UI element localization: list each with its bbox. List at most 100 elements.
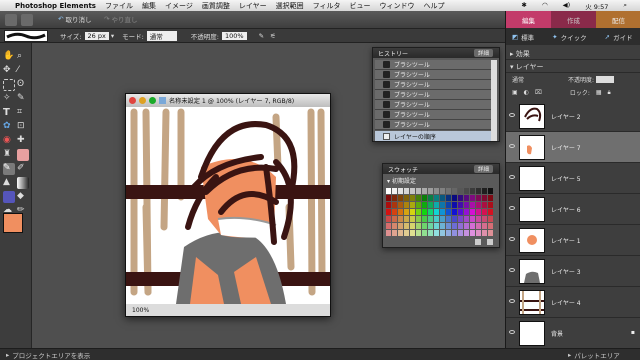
close-window-icon[interactable] bbox=[129, 97, 136, 104]
history-item[interactable]: ブラシツール bbox=[375, 70, 491, 80]
trash-icon[interactable] bbox=[487, 239, 493, 245]
swatch[interactable] bbox=[452, 223, 457, 229]
clone-stamp-icon[interactable]: ♜ bbox=[3, 149, 15, 161]
swatch[interactable] bbox=[434, 223, 439, 229]
wifi-icon[interactable]: ◠ bbox=[542, 1, 548, 11]
swatch[interactable] bbox=[440, 216, 445, 222]
swatch[interactable] bbox=[416, 195, 421, 201]
visibility-icon[interactable] bbox=[509, 299, 515, 303]
swatch[interactable] bbox=[398, 202, 403, 208]
zoom-window-icon[interactable] bbox=[149, 97, 156, 104]
layer-row[interactable]: レイヤー 2 bbox=[506, 101, 640, 132]
airbrush-icon[interactable]: ✎ bbox=[259, 32, 264, 40]
smart-brush-icon[interactable]: ✐ bbox=[17, 163, 29, 175]
history-scrollbar[interactable] bbox=[491, 60, 497, 141]
swatch[interactable] bbox=[416, 230, 421, 236]
swatch[interactable] bbox=[482, 209, 487, 215]
blend-mode-select[interactable]: 通常 bbox=[512, 75, 524, 84]
layer-name[interactable]: レイヤー 2 bbox=[551, 112, 581, 121]
swatch[interactable] bbox=[422, 230, 427, 236]
swatch[interactable] bbox=[386, 230, 391, 236]
history-item-selected[interactable]: レイヤーの順序 bbox=[375, 131, 491, 141]
minimize-window-icon[interactable] bbox=[139, 97, 146, 104]
healing-brush-icon[interactable]: ✚ bbox=[17, 135, 29, 147]
swatch[interactable] bbox=[434, 216, 439, 222]
history-item[interactable]: ブラシツール bbox=[375, 120, 491, 130]
swatch[interactable] bbox=[422, 195, 427, 201]
swatch[interactable] bbox=[488, 230, 493, 236]
marquee-tool-icon[interactable] bbox=[3, 79, 15, 91]
swatch[interactable] bbox=[416, 209, 421, 215]
visibility-icon[interactable] bbox=[509, 268, 515, 272]
swatch[interactable] bbox=[410, 209, 415, 215]
menu-enhance[interactable]: 画質調整 bbox=[202, 1, 230, 11]
layer-row[interactable]: レイヤー 6 bbox=[506, 194, 640, 225]
menu-layer[interactable]: レイヤー bbox=[239, 1, 267, 11]
clock[interactable]: 火 9:57 bbox=[585, 1, 608, 11]
swatch[interactable] bbox=[398, 223, 403, 229]
swatch[interactable] bbox=[458, 216, 463, 222]
swatch-grid[interactable] bbox=[386, 188, 493, 238]
app-menu[interactable]: Photoshop Elements bbox=[15, 2, 96, 10]
swatch[interactable] bbox=[416, 202, 421, 208]
swatch[interactable] bbox=[392, 188, 397, 194]
swatch[interactable] bbox=[488, 223, 493, 229]
menu-file[interactable]: ファイル bbox=[105, 1, 133, 11]
undo-button[interactable]: ↶ 取り消し bbox=[58, 14, 91, 24]
menu-filter[interactable]: フィルタ bbox=[313, 1, 341, 11]
swatch[interactable] bbox=[398, 195, 403, 201]
swatch[interactable] bbox=[458, 230, 463, 236]
swatch[interactable] bbox=[416, 216, 421, 222]
swatch[interactable] bbox=[386, 195, 391, 201]
layers-section-header[interactable]: ▾ レイヤー bbox=[506, 62, 640, 73]
swatch[interactable] bbox=[482, 223, 487, 229]
swatch[interactable] bbox=[398, 230, 403, 236]
swatch[interactable] bbox=[458, 188, 463, 194]
document-title-bar[interactable]: 名称未設定 1 @ 100% (レイヤー 7, RGB/8) bbox=[126, 94, 330, 107]
tab-share[interactable]: 配信 bbox=[596, 11, 640, 28]
swatch[interactable] bbox=[476, 202, 481, 208]
swatch[interactable] bbox=[428, 216, 433, 222]
swatch[interactable] bbox=[470, 216, 475, 222]
magic-wand-icon[interactable]: ✧ bbox=[3, 93, 15, 105]
visibility-icon[interactable] bbox=[509, 113, 515, 117]
swatch[interactable] bbox=[470, 188, 475, 194]
swatch[interactable] bbox=[398, 188, 403, 194]
swatch[interactable] bbox=[476, 216, 481, 222]
open-icon[interactable] bbox=[21, 14, 33, 26]
history-item[interactable]: ブラシツール bbox=[375, 90, 491, 100]
layer-row[interactable]: レイヤー 3 bbox=[506, 256, 640, 287]
swatch[interactable] bbox=[410, 223, 415, 229]
lock-transparency-icon[interactable]: ▦ bbox=[596, 89, 602, 96]
history-item[interactable]: ブラシツール bbox=[375, 60, 491, 70]
swatches-more-button[interactable]: 詳細 bbox=[473, 165, 493, 173]
crop-tool-icon[interactable]: ⌗ bbox=[17, 107, 29, 119]
swatch[interactable] bbox=[386, 209, 391, 215]
brush-settings-icon[interactable]: ⚟ bbox=[270, 32, 276, 40]
brush-preview[interactable] bbox=[4, 29, 48, 42]
straighten-tool-icon[interactable]: ⊡ bbox=[17, 121, 29, 133]
size-field[interactable]: 26 px bbox=[84, 31, 109, 40]
swatch[interactable] bbox=[410, 195, 415, 201]
chevron-down-icon[interactable]: ▾ bbox=[111, 32, 114, 40]
swatch[interactable] bbox=[488, 216, 493, 222]
swatch[interactable] bbox=[464, 230, 469, 236]
layer-row[interactable]: レイヤー 5 bbox=[506, 163, 640, 194]
layer-row-selected[interactable]: レイヤー 7 bbox=[506, 132, 640, 163]
hand-tool-icon[interactable]: ✋ bbox=[3, 51, 15, 63]
swatch[interactable] bbox=[404, 216, 409, 222]
redo-button[interactable]: ↷ やり直し bbox=[104, 14, 137, 24]
history-more-button[interactable]: 詳細 bbox=[473, 49, 493, 57]
shape-tool-icon[interactable] bbox=[3, 191, 15, 203]
bluetooth-icon[interactable]: ✱ bbox=[522, 1, 527, 11]
swatch[interactable] bbox=[434, 202, 439, 208]
swatches-header[interactable]: スウォッチ 詳細 bbox=[383, 164, 499, 174]
visibility-icon[interactable] bbox=[509, 144, 515, 148]
swatch[interactable] bbox=[440, 223, 445, 229]
swatch[interactable] bbox=[440, 230, 445, 236]
layer-row[interactable]: 背景 ▪ bbox=[506, 318, 640, 349]
swatch[interactable] bbox=[488, 195, 493, 201]
volume-icon[interactable]: ◀) bbox=[563, 1, 571, 11]
lasso-tool-icon[interactable]: ʘ bbox=[17, 79, 29, 91]
effects-section-header[interactable]: ▸ 効果 bbox=[506, 49, 640, 60]
